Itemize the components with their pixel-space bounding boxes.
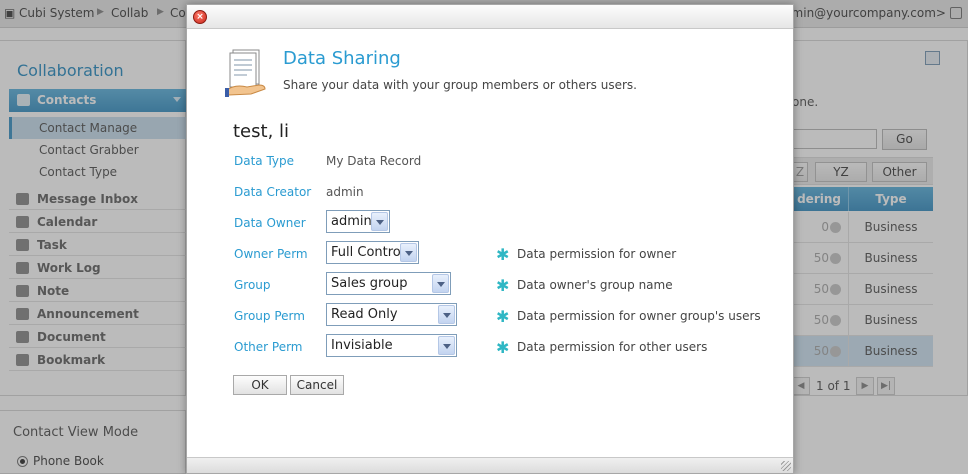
group-perm-select[interactable]: Read Only — [326, 303, 457, 326]
data-creator-value: admin — [326, 185, 364, 199]
resize-grip-icon[interactable] — [781, 461, 791, 471]
dialog-titlebar[interactable]: × — [187, 5, 793, 29]
group-hint: Data owner's group name — [517, 278, 673, 292]
cancel-button[interactable]: Cancel — [290, 375, 344, 395]
dialog-subtitle: Share your data with your group members … — [283, 78, 637, 92]
owner-perm-hint: Data permission for owner — [517, 247, 677, 261]
group-select[interactable]: Sales group — [326, 272, 451, 295]
select-value: Invisiable — [331, 338, 393, 353]
ok-button[interactable]: OK — [233, 375, 287, 395]
asterisk-icon: ✱ — [496, 245, 510, 264]
chevron-down-icon[interactable] — [432, 274, 449, 293]
asterisk-icon: ✱ — [496, 307, 510, 326]
chevron-down-icon[interactable] — [371, 212, 388, 231]
data-sharing-icon — [225, 49, 266, 97]
data-sharing-dialog: × Data Sharing Share your data with your… — [186, 4, 794, 474]
data-creator-label: Data Creator — [234, 185, 312, 199]
data-type-value: My Data Record — [326, 154, 422, 168]
owner-perm-select[interactable]: Full Control — [326, 241, 419, 264]
select-value: Read Only — [331, 307, 398, 322]
group-label: Group — [234, 278, 271, 292]
data-owner-select[interactable]: admin — [326, 210, 390, 233]
other-perm-label: Other Perm — [234, 340, 303, 354]
select-value: Full Control — [331, 245, 405, 260]
asterisk-icon: ✱ — [496, 276, 510, 295]
close-icon[interactable]: × — [193, 10, 207, 24]
chevron-down-icon[interactable] — [438, 336, 455, 355]
chevron-down-icon[interactable] — [438, 305, 455, 324]
dialog-title: Data Sharing — [283, 48, 401, 69]
data-type-label: Data Type — [234, 154, 295, 168]
dialog-footer — [187, 457, 793, 473]
record-name: test, li — [233, 121, 290, 142]
group-perm-hint: Data permission for owner group's users — [517, 309, 761, 323]
asterisk-icon: ✱ — [496, 338, 510, 357]
chevron-down-icon[interactable] — [400, 243, 417, 262]
select-value: admin — [331, 214, 372, 229]
data-owner-label: Data Owner — [234, 216, 306, 230]
select-value: Sales group — [331, 276, 408, 291]
group-perm-label: Group Perm — [234, 309, 305, 323]
other-perm-hint: Data permission for other users — [517, 340, 708, 354]
other-perm-select[interactable]: Invisiable — [326, 334, 457, 357]
owner-perm-label: Owner Perm — [234, 247, 308, 261]
